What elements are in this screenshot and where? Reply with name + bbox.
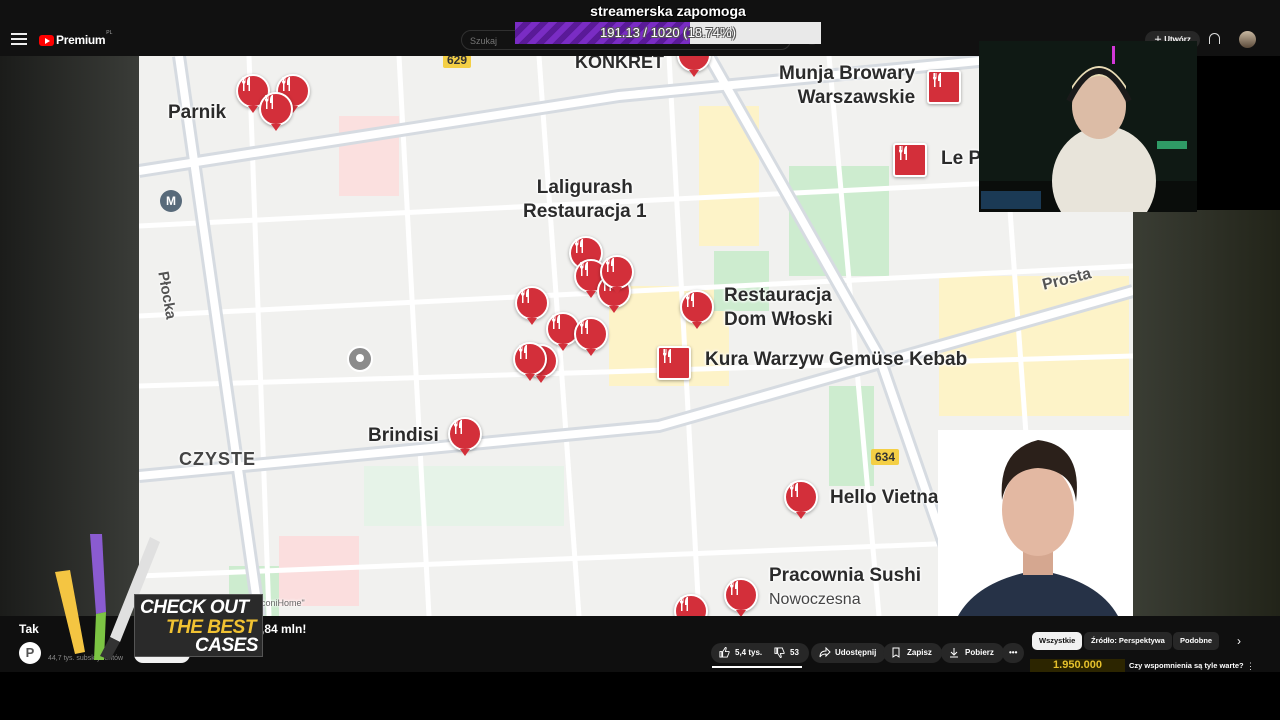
fork-knife-icon xyxy=(265,95,273,109)
restaurant-pin[interactable] xyxy=(515,286,549,325)
place-label-brindisi[interactable]: Brindisi xyxy=(368,424,439,448)
restaurant-pin[interactable] xyxy=(259,92,293,131)
place-sublabel-nowoczesna: Nowoczesna xyxy=(769,591,861,608)
like-count: 5,4 tys. xyxy=(735,648,763,657)
streamer-webcam-image xyxy=(979,41,1197,212)
notifications-bell-icon[interactable] xyxy=(1209,33,1220,44)
save-button[interactable]: Zapisz xyxy=(883,643,942,663)
chip-source[interactable]: Źródło: Perspektywa xyxy=(1084,632,1172,650)
more-actions-button[interactable]: ••• xyxy=(1002,643,1025,663)
restaurant-pin[interactable] xyxy=(657,346,691,380)
fork-knife-icon xyxy=(519,345,527,359)
thumbs-down-icon xyxy=(774,647,785,658)
fork-knife-icon xyxy=(680,597,688,611)
fork-knife-icon xyxy=(575,239,583,253)
fork-knife-icon xyxy=(686,293,694,307)
cases-ad-overlay: CHECK OUT THE BEST CASES xyxy=(40,532,264,662)
place-label-parnik[interactable]: Parnik xyxy=(168,101,226,125)
like-ratio-bar xyxy=(712,666,802,668)
fork-knife-icon xyxy=(899,146,907,160)
chip-similar[interactable]: Podobne xyxy=(1173,632,1220,650)
metro-station-icon[interactable]: M xyxy=(160,190,182,212)
dislike-count: 53 xyxy=(790,648,799,657)
restaurant-pin[interactable] xyxy=(448,417,482,456)
download-icon xyxy=(950,648,958,658)
location-pin-icon[interactable] xyxy=(347,346,373,372)
place-label-hello-vietnam[interactable]: Hello Vietnam xyxy=(830,486,955,510)
region-label: PL xyxy=(106,30,113,36)
download-button[interactable]: Pobierz xyxy=(941,643,1004,663)
restaurant-pin[interactable] xyxy=(893,143,927,177)
youtube-play-icon xyxy=(39,34,54,46)
recommendation-more-icon[interactable]: ⋮ xyxy=(1246,661,1255,672)
fork-knife-icon xyxy=(580,262,588,276)
ad-text-line1: CHECK OUT xyxy=(140,597,249,618)
download-label: Pobierz xyxy=(965,648,994,657)
place-label-kura-warzyw[interactable]: Kura Warzyw Gemüse Kebab xyxy=(705,348,967,372)
place-label-dom-wloski[interactable]: Restauracja Dom Włoski xyxy=(724,284,833,332)
fork-knife-icon xyxy=(663,349,671,363)
account-avatar[interactable] xyxy=(1239,31,1256,48)
restaurant-pin[interactable] xyxy=(574,317,608,356)
bookmark-icon xyxy=(892,647,900,658)
guest-webcam-image xyxy=(938,430,1133,616)
place-label-le-p[interactable]: Le P xyxy=(941,147,981,171)
video-title-start: Tak xyxy=(19,622,39,636)
place-label-konkret[interactable]: KONKRET xyxy=(575,56,664,74)
place-label-pracownia-sushi[interactable]: Pracownia Sushi xyxy=(769,564,921,588)
fork-knife-icon xyxy=(521,289,529,303)
road-badge-629: 629 xyxy=(443,56,472,68)
chip-all[interactable]: Wszystkie xyxy=(1032,632,1083,650)
map-area-green xyxy=(364,466,564,526)
share-label: Udostępnij xyxy=(835,648,877,657)
channel-avatar[interactable]: P xyxy=(19,642,41,664)
restaurant-pin[interactable] xyxy=(784,480,818,519)
recommendation-thumbnail[interactable]: 1.950.000 xyxy=(1030,659,1125,672)
thumbs-up-icon xyxy=(719,647,730,658)
fork-knife-icon xyxy=(242,77,250,91)
restaurant-pin[interactable] xyxy=(513,342,547,381)
restaurant-pin[interactable] xyxy=(927,70,961,104)
place-label-munja[interactable]: Munja Browary Warszawskie xyxy=(779,62,915,110)
road-badge-634: 634 xyxy=(871,449,900,465)
place-label-laligurash[interactable]: Laligurash Restauracja 1 xyxy=(523,176,647,224)
fork-knife-icon xyxy=(454,420,462,434)
right-video-margin xyxy=(1133,210,1280,616)
save-label: Zapisz xyxy=(907,648,932,657)
fork-knife-icon xyxy=(933,73,941,87)
video-title-end: ,84 mln! xyxy=(261,622,307,636)
donation-goal-title: streamerska zapomoga xyxy=(590,3,746,19)
share-icon xyxy=(819,647,831,658)
district-label-czyste: CZYSTE xyxy=(179,449,257,469)
brand-label: Premium xyxy=(56,33,106,47)
restaurant-pin[interactable] xyxy=(680,290,714,329)
hamburger-menu-icon[interactable] xyxy=(11,31,27,47)
guest-webcam xyxy=(938,430,1133,616)
ad-text-line3: CASES xyxy=(195,635,258,656)
recommendation-title[interactable]: Czy wspomnienia są tyle warte? xyxy=(1129,661,1244,670)
chevron-right-icon[interactable]: › xyxy=(1233,635,1245,647)
donation-progress-text: 191.13 / 1020 (18.74%) xyxy=(600,25,736,40)
restaurant-pin[interactable] xyxy=(724,578,758,616)
fork-knife-icon xyxy=(282,77,290,91)
fork-knife-icon xyxy=(790,483,798,497)
fork-knife-icon xyxy=(606,258,614,272)
fork-knife-icon xyxy=(552,315,560,329)
like-button[interactable]: 5,4 tys. xyxy=(711,643,773,663)
restaurant-pin[interactable] xyxy=(600,255,634,294)
dislike-button[interactable]: 53 xyxy=(766,643,809,663)
youtube-logo[interactable]: Premium PL xyxy=(39,30,113,47)
fork-knife-icon xyxy=(580,320,588,334)
streamer-webcam xyxy=(979,41,1197,212)
donation-progress-bar: 191.13 / 1020 (18.74%) xyxy=(515,22,821,44)
share-button[interactable]: Udostępnij xyxy=(811,643,887,663)
fork-knife-icon xyxy=(730,581,738,595)
